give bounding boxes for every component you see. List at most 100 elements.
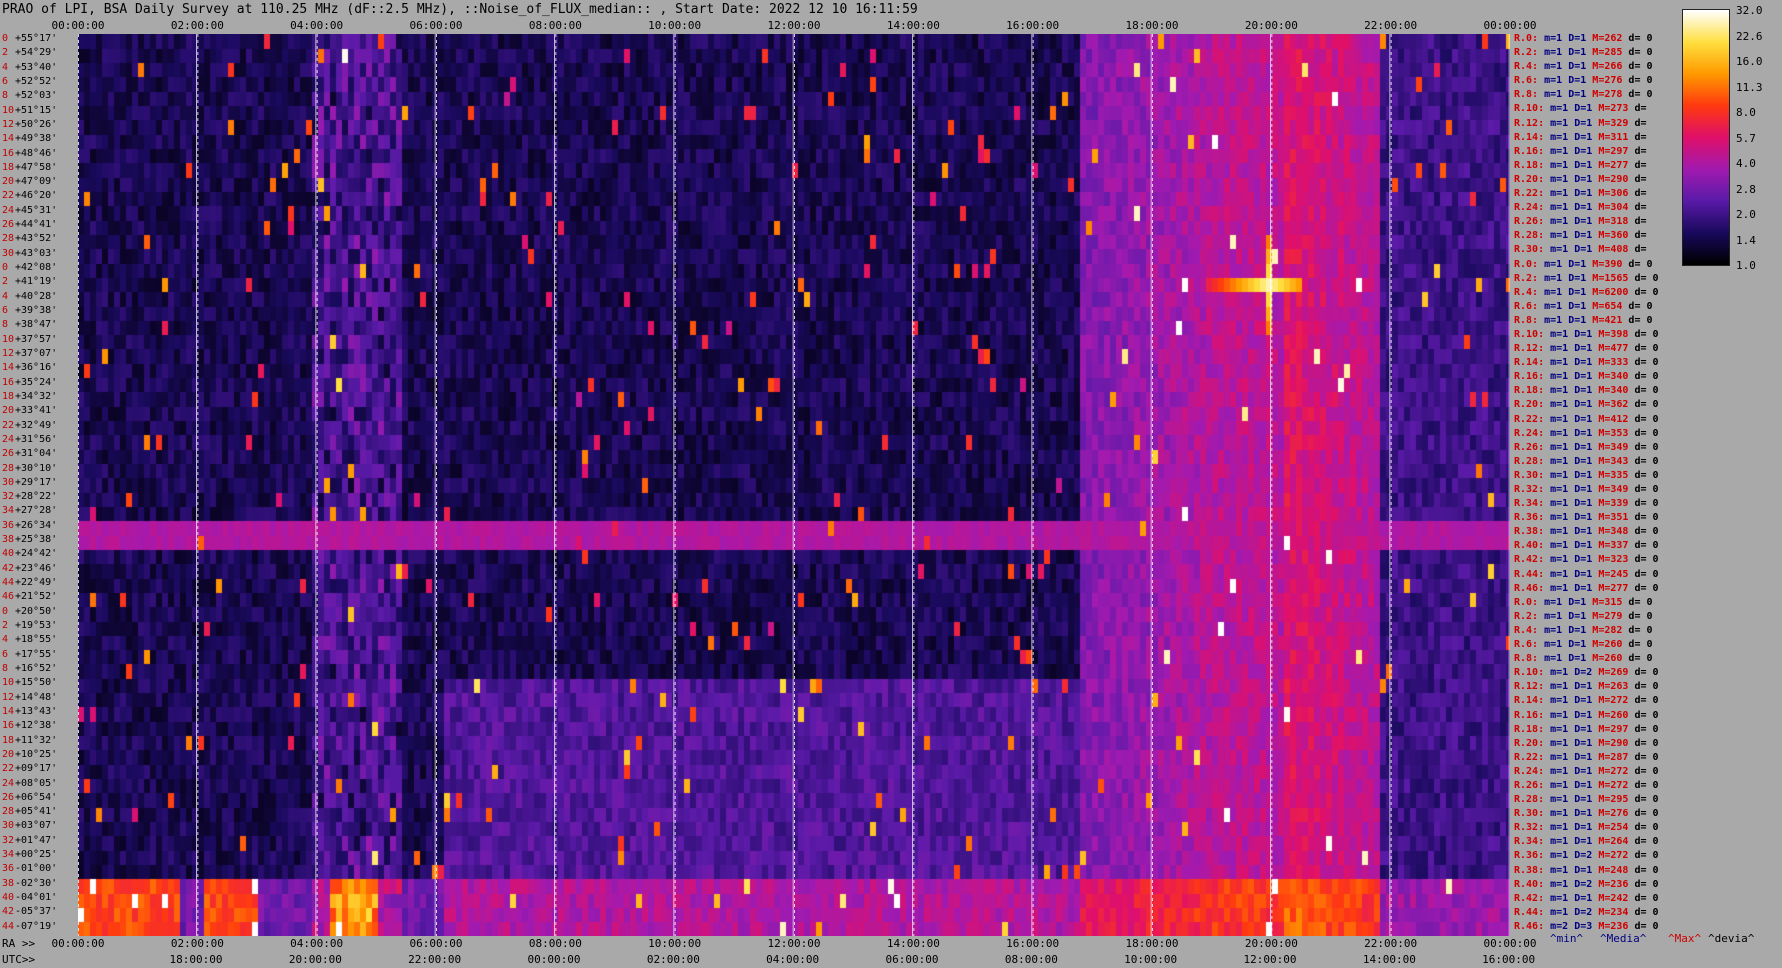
row-index: 16 [2, 147, 15, 159]
declination-label: 18+47°58' [2, 161, 57, 175]
beam-stat-mx: M=654 [1592, 300, 1629, 312]
declination-label: 36-01°00' [2, 862, 57, 876]
ra-tick-label: 00:00:00 [51, 937, 105, 950]
beam-stat-dv: d= 0 [1634, 906, 1659, 918]
ra-tick-label: 22:00:00 [1364, 937, 1418, 950]
row-index: 40 [2, 548, 15, 560]
declination-value: +31°56' [15, 433, 58, 445]
beam-stat-mx: M=349 [1598, 484, 1635, 495]
declination-value: +55°17' [15, 33, 58, 44]
row-index: 24 [2, 204, 15, 216]
beam-stat-r: R.18: [1514, 159, 1551, 171]
beam-stat-mx: M=236 [1598, 878, 1635, 890]
declination-label: 44+22°49' [2, 576, 57, 590]
beam-stat-dv: d= 0 [1628, 596, 1653, 608]
beam-stat-row: R.28: m=1 D=1 M=360 d= [1514, 229, 1646, 243]
row-index: 12 [2, 691, 15, 703]
declination-label: 2 +41°19' [2, 275, 57, 289]
declination-label: 0 +42°08' [2, 261, 57, 275]
declination-label: 6 +17°55' [2, 648, 57, 662]
ra-tick-label: 16:00:00 [1006, 937, 1060, 950]
beam-stat-m: m=1 [1550, 822, 1575, 834]
beam-stat-dv: d= 0 [1628, 258, 1653, 270]
beam-stat-r: R.20: [1514, 173, 1551, 185]
beam-stat-r: R.40: [1514, 540, 1551, 552]
beam-stat-r: R.32: [1514, 484, 1551, 495]
beam-stat-mx: M=234 [1598, 906, 1635, 918]
declination-value: +44°41' [15, 219, 58, 231]
declination-value: +48°46' [15, 147, 58, 159]
declination-value: +28°22' [15, 491, 58, 503]
beam-stat-dv: d= [1634, 216, 1647, 228]
legend-item: ^devia^ [1708, 932, 1755, 945]
beam-stat-m: m=1 [1550, 117, 1575, 129]
beam-stat-mx: M=1565 [1592, 272, 1635, 284]
beam-stat-m: m=1 [1550, 484, 1575, 495]
beam-stat-r: R.28: [1514, 455, 1551, 467]
declination-value: -05°37' [15, 906, 58, 918]
beam-stat-mx: M=285 [1592, 47, 1629, 59]
declination-label: 24+08°05' [2, 777, 57, 791]
beam-stat-m: m=1 [1550, 441, 1575, 453]
beam-stat-d: D=1 [1574, 469, 1599, 481]
beam-stat-dv: d= 0 [1628, 653, 1653, 665]
beam-stat-d: D=1 [1574, 357, 1599, 369]
declination-label: 14+49°38' [2, 132, 57, 146]
beam-stat-dv: d= 0 [1634, 836, 1659, 848]
beam-stat-dv: d= 0 [1634, 920, 1659, 932]
row-index: 30 [2, 247, 15, 259]
beam-stat-m: m=1 [1550, 385, 1575, 397]
top-tick-label: 14:00:00 [886, 19, 940, 32]
beam-stat-m: m=1 [1544, 653, 1569, 665]
row-index: 22 [2, 419, 15, 431]
declination-value: +00°25' [15, 849, 58, 861]
colorbar-tick-label: 2.0 [1736, 208, 1756, 221]
beam-stat-row: R.24: m=1 D=1 M=272 d= 0 [1514, 765, 1659, 779]
colorbar-tick-label: 32.0 [1736, 4, 1763, 17]
beam-stat-m: m=1 [1550, 892, 1575, 904]
row-index: 14 [2, 133, 15, 145]
beam-stat-mx: M=236 [1598, 920, 1635, 932]
beam-stat-m: m=2 [1550, 920, 1575, 932]
beam-stat-mx: M=260 [1598, 709, 1635, 721]
beam-stat-row: R.26: m=1 D=1 M=318 d= [1514, 215, 1646, 229]
beam-stat-m: m=1 [1550, 765, 1575, 777]
beam-stat-mx: M=349 [1598, 441, 1635, 453]
beam-stat-d: D=2 [1574, 906, 1599, 918]
beam-stat-dv: d= 0 [1634, 413, 1659, 425]
legend-item: ^min^ [1550, 932, 1584, 945]
beam-stat-m: m=1 [1550, 230, 1575, 242]
beam-stat-mx: M=362 [1598, 399, 1635, 411]
beam-stat-mx: M=272 [1598, 850, 1635, 862]
declination-value: +12°38' [15, 720, 58, 732]
declination-value: +50°26' [15, 118, 58, 130]
beam-stat-r: R.12: [1514, 117, 1551, 129]
beam-stat-d: D=1 [1568, 258, 1593, 270]
colorbar-tick-label: 4.0 [1736, 157, 1756, 170]
utc-tick-label: 14:00:00 [1362, 953, 1416, 966]
declination-label: 30+43°03' [2, 247, 57, 261]
colorbar-gradient [1682, 9, 1730, 266]
beam-stat-row: R.16: m=1 D=1 M=340 d= 0 [1514, 370, 1659, 384]
beam-stat-dv: d= 0 [1634, 695, 1659, 707]
beam-stat-row: R.18: m=1 D=1 M=340 d= 0 [1514, 384, 1659, 398]
beam-stat-r: R.0: [1514, 596, 1545, 608]
row-index: 22 [2, 190, 15, 202]
beam-stat-m: m=1 [1544, 272, 1569, 284]
declination-label: 36+26°34' [2, 519, 57, 533]
ra-tick-label: 18:00:00 [1125, 937, 1179, 950]
beam-stat-dv: d= 0 [1628, 624, 1653, 636]
beam-stat-d: D=1 [1574, 498, 1599, 510]
beam-stat-r: R.32: [1514, 822, 1551, 834]
ra-tick-label: 20:00:00 [1244, 937, 1298, 950]
row-index: 38 [2, 534, 15, 546]
beam-stat-dv: d= 0 [1628, 33, 1653, 44]
row-index: 6 [2, 648, 9, 660]
beam-stat-d: D=1 [1574, 681, 1599, 693]
beam-stat-r: R.6: [1514, 75, 1545, 87]
beam-stat-dv: d= 0 [1628, 300, 1653, 312]
ra-axis-label: RA >> [2, 937, 36, 950]
beam-stat-d: D=1 [1574, 230, 1599, 242]
beam-stat-dv: d= 0 [1628, 314, 1653, 326]
beam-stat-m: m=1 [1550, 145, 1575, 157]
